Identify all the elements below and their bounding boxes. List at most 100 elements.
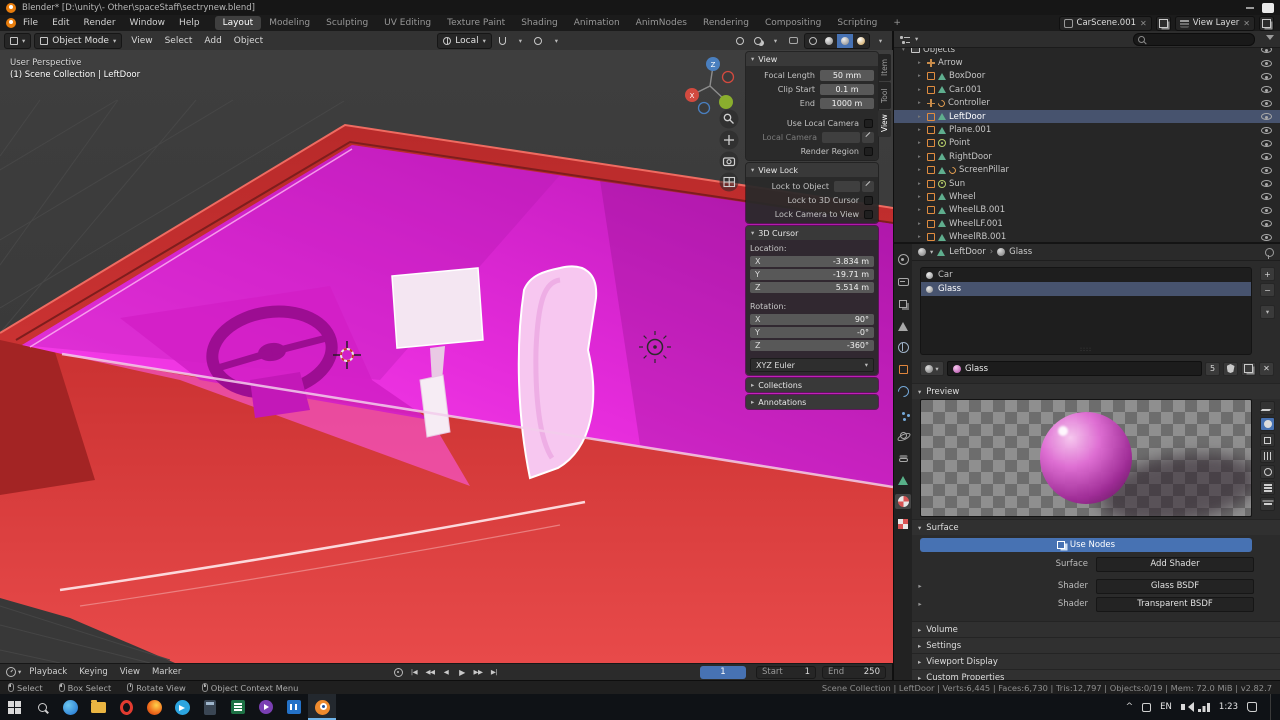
- visibility-eye-icon[interactable]: [1261, 180, 1272, 188]
- timeline-menu-keying[interactable]: Keying: [73, 667, 114, 677]
- visibility-eye-icon[interactable]: [1261, 86, 1272, 94]
- view-section-header[interactable]: ▾ View: [746, 52, 878, 66]
- eyedropper-icon[interactable]: [862, 180, 874, 192]
- expand-icon[interactable]: ▸: [918, 194, 924, 200]
- viewport-menu-object[interactable]: Object: [228, 34, 269, 48]
- preview-cloth-button[interactable]: [1260, 481, 1275, 495]
- timeline-menu-playback[interactable]: Playback: [23, 667, 73, 677]
- taskbar-search-button[interactable]: [28, 694, 56, 720]
- workspace-tab-layout[interactable]: Layout: [214, 16, 262, 30]
- shading-rendered-icon[interactable]: [853, 34, 869, 48]
- workspace-tab-scripting[interactable]: Scripting: [829, 16, 885, 30]
- preview-shaderball-button[interactable]: [1260, 465, 1275, 479]
- screen-monitor[interactable]: [391, 267, 484, 349]
- visibility-eye-icon[interactable]: [1261, 126, 1272, 134]
- shader-select-add-shader[interactable]: Add Shader: [1096, 556, 1254, 572]
- clock[interactable]: 1:23: [1219, 702, 1238, 712]
- workspace-tab-animnodes[interactable]: AnimNodes: [628, 16, 695, 30]
- axis-y-ball[interactable]: [719, 95, 733, 109]
- play-reverse-button[interactable]: ◀: [440, 666, 452, 679]
- expand-icon[interactable]: ▸: [918, 127, 924, 133]
- axis-neg-z-ball[interactable]: [697, 101, 711, 115]
- scene-unlink-icon[interactable]: ✕: [1140, 19, 1147, 28]
- outliner-item-car-001[interactable]: ▸ Car.001: [894, 83, 1280, 96]
- outliner-item-screenpillar[interactable]: ▸ ScreenPillar: [894, 164, 1280, 177]
- visibility-eye-icon[interactable]: [1261, 206, 1272, 214]
- overlays-dropdown[interactable]: ▾: [768, 34, 783, 48]
- expand-icon[interactable]: ▸: [918, 114, 924, 120]
- transform-orientation-dropdown[interactable]: Local ▾: [437, 32, 492, 49]
- blender-taskbar-icon[interactable]: [308, 694, 336, 720]
- visibility-eye-icon[interactable]: [1261, 166, 1272, 174]
- shader-select-glass-bsdf[interactable]: Glass BSDF: [1096, 578, 1254, 594]
- outliner-collection-objects[interactable]: ▾ Objects: [894, 48, 1280, 56]
- visibility-eye-icon[interactable]: [1261, 220, 1272, 228]
- show-desktop-button[interactable]: [1270, 694, 1276, 720]
- preview-sphere-button[interactable]: [1260, 417, 1275, 431]
- properties-tab-constraints[interactable]: [895, 450, 911, 465]
- view-lock-header[interactable]: ▾ View Lock: [746, 163, 878, 177]
- clip-end-field[interactable]: 1000 m: [820, 97, 874, 109]
- expand-icon[interactable]: ▸: [918, 140, 924, 146]
- play-button[interactable]: ▶: [456, 666, 468, 679]
- proportional-dropdown[interactable]: ▾: [549, 34, 564, 48]
- network-icon[interactable]: [1198, 702, 1210, 712]
- telegram-icon[interactable]: [168, 694, 196, 720]
- expand-icon[interactable]: ▸: [912, 582, 928, 590]
- properties-tab-object[interactable]: [895, 362, 911, 377]
- shading-solid-icon[interactable]: [821, 34, 837, 48]
- slot-specials-menu[interactable]: ▾: [1260, 305, 1275, 319]
- lock-to-object-field[interactable]: [834, 180, 860, 192]
- breadcrumb-object[interactable]: LeftDoor: [949, 247, 985, 257]
- outliner-item-leftdoor[interactable]: ▸ LeftDoor: [894, 109, 1280, 124]
- new-material-button[interactable]: [1241, 361, 1256, 376]
- start-button[interactable]: [0, 694, 28, 720]
- workspace-tab-compositing[interactable]: Compositing: [757, 16, 829, 30]
- lock-3d-cursor-checkbox[interactable]: [864, 195, 873, 205]
- spreadsheet-icon[interactable]: [224, 694, 252, 720]
- outliner-item-boxdoor[interactable]: ▸ BoxDoor: [894, 70, 1280, 83]
- fake-user-shield-button[interactable]: [1223, 361, 1238, 376]
- use-nodes-button[interactable]: Use Nodes: [920, 538, 1252, 552]
- cursor-rotation-x-field[interactable]: X 90°: [750, 314, 874, 325]
- language-indicator[interactable]: EN: [1160, 702, 1172, 712]
- snap-settings-dropdown[interactable]: ▾: [513, 34, 528, 48]
- expand-icon[interactable]: ▸: [918, 181, 924, 187]
- expand-icon[interactable]: ▸: [918, 87, 924, 93]
- properties-tab-texture[interactable]: [895, 516, 911, 531]
- frame-start-field[interactable]: Start 1: [756, 665, 816, 679]
- section-volume[interactable]: ▸ Volume: [912, 621, 1280, 637]
- section-custom-properties[interactable]: ▸ Custom Properties: [912, 669, 1280, 680]
- outliner-search-input[interactable]: [1133, 32, 1255, 46]
- workspace-tab-modeling[interactable]: Modeling: [261, 16, 318, 30]
- properties-tab-scene[interactable]: [895, 318, 911, 333]
- preview-cube-button[interactable]: [1260, 433, 1275, 447]
- expand-icon[interactable]: ▸: [918, 100, 924, 106]
- new-scene-button[interactable]: [1155, 15, 1171, 31]
- visibility-eye-icon[interactable]: [1261, 99, 1272, 107]
- preview-flat-button[interactable]: [1260, 401, 1275, 415]
- outliner-item-wheel[interactable]: ▸ Wheel: [894, 190, 1280, 203]
- auto-keying-toggle[interactable]: [392, 666, 404, 679]
- visibility-eye-icon[interactable]: [1261, 233, 1272, 241]
- visibility-eye-icon[interactable]: [1261, 48, 1272, 54]
- local-camera-field[interactable]: [822, 131, 860, 143]
- focal-length-field[interactable]: 50 mm: [820, 69, 874, 81]
- properties-tab-material[interactable]: [895, 494, 911, 509]
- firefox-icon[interactable]: [140, 694, 168, 720]
- expand-icon[interactable]: ▸: [918, 221, 924, 227]
- view-layer-unlink-icon[interactable]: ✕: [1243, 19, 1250, 28]
- render-region-checkbox[interactable]: [864, 146, 873, 156]
- properties-tab-render[interactable]: [895, 252, 911, 267]
- cursor-location-x-field[interactable]: X -3.834 m: [750, 256, 874, 267]
- new-view-layer-button[interactable]: [1259, 15, 1274, 31]
- surface-section-header[interactable]: ▾ Surface: [912, 519, 1280, 535]
- viewport-menu-add[interactable]: Add: [198, 34, 227, 48]
- show-gizmo-icon[interactable]: [732, 34, 747, 48]
- filter-funnel-icon[interactable]: [1266, 34, 1274, 44]
- breadcrumb-material[interactable]: Glass: [1009, 247, 1032, 257]
- viewport-menu-view[interactable]: View: [125, 34, 158, 48]
- properties-tab-physics[interactable]: [895, 428, 911, 443]
- expand-icon[interactable]: ▸: [912, 600, 928, 608]
- tray-app-icon[interactable]: [1142, 702, 1152, 712]
